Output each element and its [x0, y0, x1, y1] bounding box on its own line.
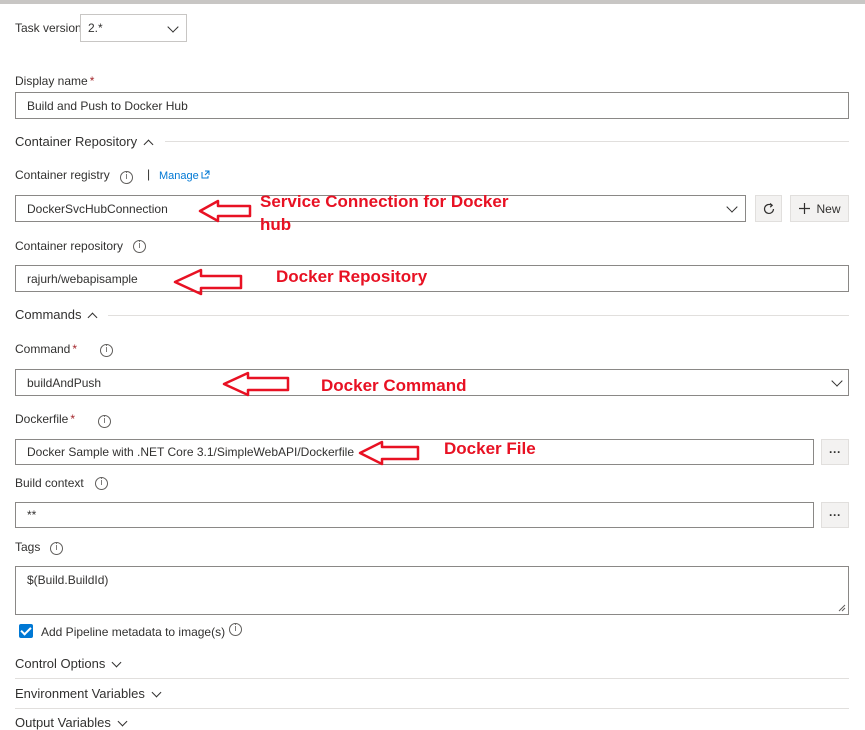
build-context-browse-button[interactable]: ···	[821, 502, 849, 528]
section-title: Output Variables	[15, 715, 111, 730]
control-options-section-header[interactable]: Control Options	[15, 656, 122, 671]
plus-icon	[799, 203, 811, 214]
chevron-up-icon	[143, 139, 154, 150]
display-name-input[interactable]: Build and Push to Docker Hub	[15, 92, 849, 119]
divider	[15, 708, 849, 709]
external-link-icon[interactable]	[201, 170, 210, 179]
section-title: Commands	[15, 307, 82, 322]
annotation-service-connection: Service Connection for Docker hub	[260, 190, 508, 236]
output-variables-section-header[interactable]: Output Variables	[15, 715, 128, 730]
top-border	[0, 0, 865, 4]
chevron-down-icon	[167, 21, 179, 33]
info-icon[interactable]: i	[50, 542, 63, 555]
build-context-label: Build context	[15, 476, 84, 490]
ellipsis-icon: ···	[829, 445, 841, 459]
chevron-up-icon	[88, 312, 98, 323]
section-title: Control Options	[15, 656, 106, 671]
container-repository-label: Container repository	[15, 239, 124, 253]
task-version-dropdown[interactable]: 2.*	[80, 14, 187, 42]
dockerfile-browse-button[interactable]: ···	[821, 439, 849, 465]
info-icon[interactable]: i	[95, 477, 108, 490]
chevron-down-icon	[117, 716, 128, 727]
info-icon[interactable]: i	[100, 344, 113, 357]
container-repository-value: rajurh/webapisample	[27, 271, 138, 286]
tags-label: Tags	[15, 540, 41, 554]
build-context-value: **	[27, 508, 37, 522]
commands-section-header[interactable]: Commands	[15, 307, 98, 323]
annotation-line: hub	[260, 215, 292, 234]
ellipsis-icon: ···	[829, 508, 841, 522]
info-icon[interactable]: i	[133, 240, 146, 253]
arrow-icon	[222, 371, 290, 397]
divider	[165, 141, 849, 142]
arrow-icon	[198, 199, 252, 223]
pipeline-metadata-label: Add Pipeline metadata to image(s)	[41, 625, 226, 639]
command-label: Command *	[15, 342, 78, 356]
task-version-label: Task version	[15, 21, 82, 35]
chevron-down-icon	[151, 687, 162, 698]
refresh-icon	[763, 202, 774, 214]
tags-value: $(Build.BuildId)	[27, 573, 109, 587]
display-name-label: Display name *	[15, 74, 95, 88]
arrow-icon	[173, 268, 243, 296]
dockerfile-value: Docker Sample with .NET Core 3.1/SimpleW…	[27, 445, 355, 459]
info-icon[interactable]: i	[98, 415, 111, 428]
section-title: Container Repository	[15, 134, 138, 149]
annotation-docker-command: Docker Command	[321, 376, 467, 395]
task-version-value: 2.*	[88, 21, 103, 35]
arrow-icon	[358, 440, 420, 466]
resize-handle-icon[interactable]	[838, 604, 846, 612]
section-title: Environment Variables	[15, 686, 145, 701]
container-repository-input[interactable]: rajurh/webapisample	[15, 265, 849, 292]
separator: |	[147, 167, 151, 181]
tags-textarea[interactable]: $(Build.BuildId)	[15, 566, 849, 615]
refresh-button[interactable]	[755, 195, 782, 222]
new-button-label: New	[816, 201, 841, 216]
info-icon[interactable]: i	[229, 623, 242, 636]
divider	[108, 315, 849, 316]
chevron-down-icon	[726, 201, 738, 213]
container-repository-section-header[interactable]: Container Repository	[15, 134, 154, 150]
build-context-input[interactable]: **	[15, 502, 814, 528]
container-registry-value: DockerSvcHubConnection	[27, 201, 168, 216]
annotation-line: Service Connection for Docker	[260, 192, 509, 211]
new-button[interactable]: New	[790, 195, 849, 222]
display-name-value: Build and Push to Docker Hub	[27, 98, 188, 113]
annotation-docker-file: Docker File	[444, 439, 536, 458]
environment-variables-section-header[interactable]: Environment Variables	[15, 686, 162, 701]
dockerfile-label: Dockerfile *	[15, 412, 76, 426]
pipeline-metadata-checkbox[interactable]	[19, 624, 33, 638]
manage-link[interactable]: Manage	[159, 170, 199, 182]
chevron-down-icon	[111, 657, 122, 668]
chevron-down-icon	[831, 375, 843, 387]
annotation-docker-repository: Docker Repository	[276, 267, 428, 286]
info-icon[interactable]: i	[120, 171, 133, 184]
container-registry-label: Container registry	[15, 168, 110, 182]
command-value: buildAndPush	[27, 375, 102, 390]
divider	[15, 678, 849, 679]
